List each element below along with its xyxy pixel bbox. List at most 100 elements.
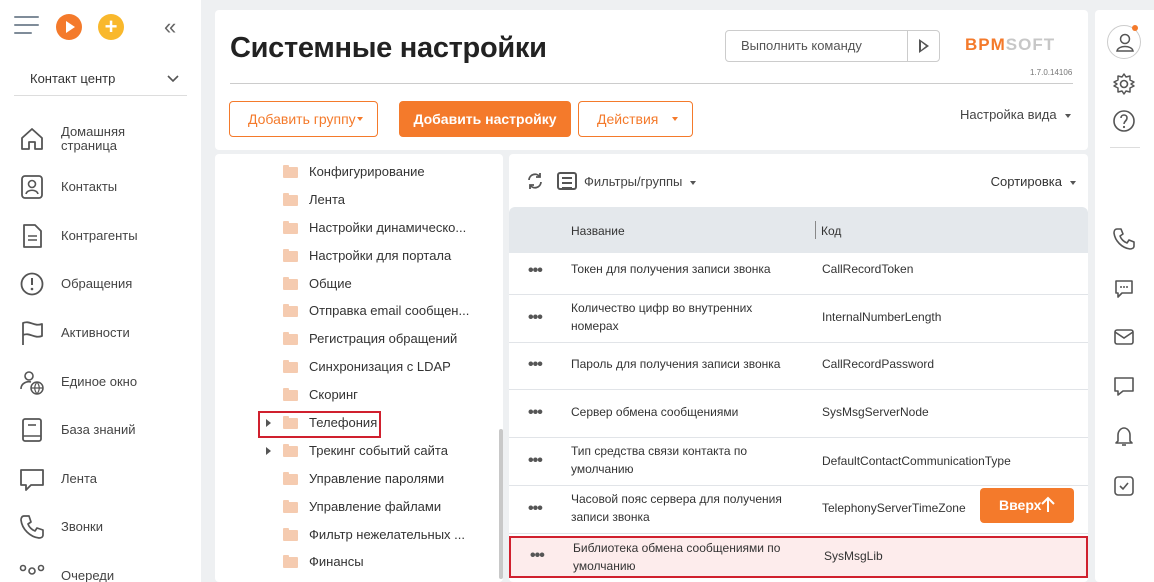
row-name: Сервер обмена сообщениями xyxy=(571,405,739,419)
column-separator[interactable] xyxy=(815,221,816,239)
row-code: DefaultContactCommunicationType xyxy=(822,454,1011,468)
telephony-highlight-box xyxy=(258,411,381,438)
table-row-selected[interactable]: ••• Библиотека обмена сообщениями по умо… xyxy=(509,536,1088,578)
page-header: Системные настройки Выполнить команду BP… xyxy=(215,10,1088,150)
row-name: Пароль для получения записи звонка xyxy=(571,357,781,371)
add-group-button[interactable]: Добавить группу xyxy=(229,101,378,137)
tree-item[interactable]: Конфигурирование xyxy=(215,158,503,186)
sidebar-item-queues[interactable]: Очереди xyxy=(18,556,198,582)
caret-down-icon xyxy=(690,180,697,185)
tree-item[interactable]: Синхронизация с LDAP xyxy=(215,353,503,381)
refresh-icon[interactable] xyxy=(526,172,544,190)
sidebar-item-feed[interactable]: Лента xyxy=(18,459,198,499)
add-setting-button[interactable]: Добавить настройку xyxy=(399,101,571,137)
tree-item[interactable]: Управление файлами xyxy=(215,493,503,521)
sidebar-item-home[interactable]: Домашняя страница xyxy=(18,119,198,159)
user-globe-icon xyxy=(18,368,46,396)
folder-icon xyxy=(283,444,298,457)
flag-icon xyxy=(18,319,46,347)
row-code: SysMsgServerNode xyxy=(822,405,929,419)
sort-button[interactable]: Сортировка xyxy=(991,174,1076,189)
actions-button[interactable]: Действия xyxy=(578,101,693,137)
table-row[interactable]: ••• Количество цифр во внутренних номера… xyxy=(509,295,1088,343)
sidebar-item-single-window[interactable]: Единое окно xyxy=(18,362,198,402)
row-name: Токен для получения записи звонка xyxy=(571,262,771,276)
table-row[interactable]: ••• Сервер обмена сообщениями SysMsgServ… xyxy=(509,390,1088,438)
tree-item[interactable]: Лента xyxy=(215,186,503,214)
view-settings-button[interactable]: Настройка вида xyxy=(960,107,1071,122)
sidebar-item-cases[interactable]: Обращения xyxy=(18,264,198,304)
chat-icon xyxy=(18,465,46,493)
row-name: Библиотека обмена сообщениями по умолчан… xyxy=(573,541,781,573)
tree-item[interactable]: Настройки для портала xyxy=(215,242,503,270)
tree-item[interactable]: Фильтр нежелательных ... xyxy=(215,521,503,549)
tree-item[interactable]: Управление паролями xyxy=(215,465,503,493)
sidebar-item-contacts[interactable]: Контакты xyxy=(18,167,198,207)
contact-icon xyxy=(18,173,46,201)
row-code: CallRecordToken xyxy=(822,262,914,276)
table-row[interactable]: ••• Пароль для получения записи звонка C… xyxy=(509,343,1088,390)
row-menu-icon[interactable]: ••• xyxy=(528,404,543,422)
row-menu-icon[interactable]: ••• xyxy=(528,262,543,280)
row-code: TelephonyServerTimeZone xyxy=(822,501,966,515)
gear-icon[interactable] xyxy=(1112,72,1136,96)
filter-list-icon[interactable] xyxy=(557,172,577,190)
folder-icon xyxy=(283,472,298,485)
row-code: CallRecordPassword xyxy=(822,357,935,371)
tree-item[interactable]: Регистрация обращений xyxy=(215,325,503,353)
bell-icon[interactable] xyxy=(1112,424,1136,448)
row-menu-icon[interactable]: ••• xyxy=(528,452,543,470)
sidebar-item-label: Звонки xyxy=(61,519,103,534)
sidebar-item-knowledge-base[interactable]: База знаний xyxy=(18,410,198,450)
column-header-name[interactable]: Название xyxy=(571,224,625,238)
sidebar-item-label: Активности xyxy=(61,325,130,340)
sidebar-item-calls[interactable]: Звонки xyxy=(18,507,198,547)
mail-icon[interactable] xyxy=(1112,325,1136,349)
page-title: Системные настройки xyxy=(230,32,547,64)
tree-item[interactable]: Трекинг событий сайта xyxy=(215,437,503,465)
sidebar-item-label: Контакты xyxy=(61,179,118,194)
scroll-up-button[interactable]: Вверх xyxy=(980,488,1074,523)
filters-groups-button[interactable]: Фильтры/группы xyxy=(584,174,697,189)
chat-bubble-icon[interactable] xyxy=(1112,276,1136,300)
alert-icon xyxy=(18,270,46,298)
table-row[interactable]: ••• Токен для получения записи звонка Ca… xyxy=(509,253,1088,295)
row-menu-icon[interactable]: ••• xyxy=(528,500,543,518)
phone-icon[interactable] xyxy=(1112,227,1136,251)
row-menu-icon[interactable]: ••• xyxy=(528,356,543,374)
tree-item[interactable]: Скоринг xyxy=(215,381,503,409)
sidebar-item-accounts[interactable]: Контрагенты xyxy=(18,216,198,256)
book-icon xyxy=(18,416,46,444)
tree-item[interactable]: Настройки динамическо... xyxy=(215,214,503,242)
row-menu-icon[interactable]: ••• xyxy=(530,547,545,565)
message-icon[interactable] xyxy=(1112,374,1136,398)
expand-arrow-icon[interactable] xyxy=(266,447,271,455)
row-name: Количество цифр во внутренних номерах xyxy=(571,301,753,333)
notification-dot xyxy=(1132,25,1138,31)
tree-item[interactable]: Финансы xyxy=(215,548,503,576)
tree-scrollbar[interactable] xyxy=(499,429,503,579)
row-code: SysMsgLib xyxy=(824,549,883,563)
table-row[interactable]: ••• Тип средства связи контакта по умолч… xyxy=(509,438,1088,486)
sidebar-item-label: Очереди xyxy=(61,568,115,582)
column-header-code[interactable]: Код xyxy=(821,224,841,238)
tree-item[interactable]: Общие xyxy=(215,270,503,298)
help-icon[interactable] xyxy=(1112,109,1136,133)
queue-icon xyxy=(18,562,46,582)
run-command-icon[interactable] xyxy=(907,31,939,61)
home-icon xyxy=(18,125,46,153)
sidebar-item-label: Обращения xyxy=(61,276,133,291)
collapse-sidebar-icon[interactable]: « xyxy=(164,14,176,40)
row-menu-icon[interactable]: ••• xyxy=(528,309,543,327)
add-icon[interactable]: + xyxy=(98,14,124,40)
task-check-icon[interactable] xyxy=(1112,474,1136,498)
tree-item[interactable]: Отправка email сообщен... xyxy=(215,297,503,325)
caret-down-icon xyxy=(672,117,678,121)
command-input[interactable]: Выполнить команду xyxy=(725,30,940,62)
settings-group-tree: Конфигурирование Лента Настройки динамич… xyxy=(215,154,503,582)
workplace-selector[interactable]: Контакт центр xyxy=(14,62,187,96)
menu-icon[interactable] xyxy=(14,16,39,38)
folder-icon xyxy=(283,332,298,345)
play-icon[interactable] xyxy=(56,14,82,40)
sidebar-item-activities[interactable]: Активности xyxy=(18,313,198,353)
